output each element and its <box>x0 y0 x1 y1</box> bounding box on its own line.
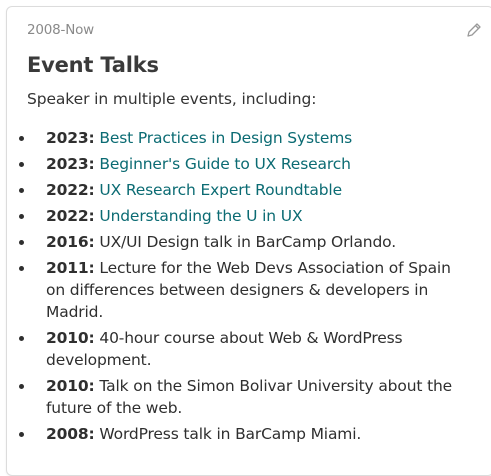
card-title: Event Talks <box>27 53 159 77</box>
event-link[interactable]: Understanding the U in UX <box>99 207 302 225</box>
event-year: 2023: <box>46 129 95 147</box>
event-description: Talk on the Simon Bolivar University abo… <box>46 377 453 417</box>
bullet-icon <box>19 162 24 167</box>
bullet-icon <box>19 214 24 219</box>
bullet-icon <box>19 432 24 437</box>
event-year: 2008: <box>46 425 95 443</box>
event-description: 40-hour course about Web & WordPress dev… <box>46 329 403 369</box>
event-talks-card: 2008-Now Event Talks Speaker in multiple… <box>6 6 491 476</box>
event-list: 2023: Best Practices in Design Systems 20… <box>7 127 483 449</box>
bullet-icon <box>19 336 24 341</box>
event-item: 2022: Understanding the U in UX <box>7 205 483 227</box>
pencil-icon[interactable] <box>465 21 483 39</box>
bullet-icon <box>19 136 24 141</box>
event-year: 2016: <box>46 233 95 251</box>
event-item: 2022: UX Research Expert Roundtable <box>7 179 483 201</box>
card-subtitle: Speaker in multiple events, including: <box>27 90 317 108</box>
event-year: 2023: <box>46 155 95 173</box>
bullet-icon <box>19 266 24 271</box>
event-description: Lecture for the Web Devs Association of … <box>46 259 451 321</box>
bullet-icon <box>19 384 24 389</box>
event-item: 2023: Beginner's Guide to UX Research <box>7 153 483 175</box>
event-item: 2008: WordPress talk in BarCamp Miami. <box>7 423 483 445</box>
bullet-icon <box>19 188 24 193</box>
event-link[interactable]: Beginner's Guide to UX Research <box>99 155 351 173</box>
event-link[interactable]: Best Practices in Design Systems <box>99 129 352 147</box>
event-item: 2010: Talk on the Simon Bolivar Universi… <box>7 375 483 419</box>
event-year: 2022: <box>46 181 95 199</box>
event-year: 2010: <box>46 329 95 347</box>
bullet-icon <box>19 240 24 245</box>
event-year: 2011: <box>46 259 95 277</box>
event-year: 2010: <box>46 377 95 395</box>
event-year: 2022: <box>46 207 95 225</box>
event-link[interactable]: UX Research Expert Roundtable <box>99 181 342 199</box>
event-item: 2011: Lecture for the Web Devs Associati… <box>7 257 483 323</box>
event-description: WordPress talk in BarCamp Miami. <box>99 425 362 443</box>
event-item: 2010: 40-hour course about Web & WordPre… <box>7 327 483 371</box>
event-item: 2023: Best Practices in Design Systems <box>7 127 483 149</box>
event-item: 2016: UX/UI Design talk in BarCamp Orlan… <box>7 231 483 253</box>
event-description: UX/UI Design talk in BarCamp Orlando. <box>99 233 397 251</box>
date-range: 2008-Now <box>27 22 95 38</box>
